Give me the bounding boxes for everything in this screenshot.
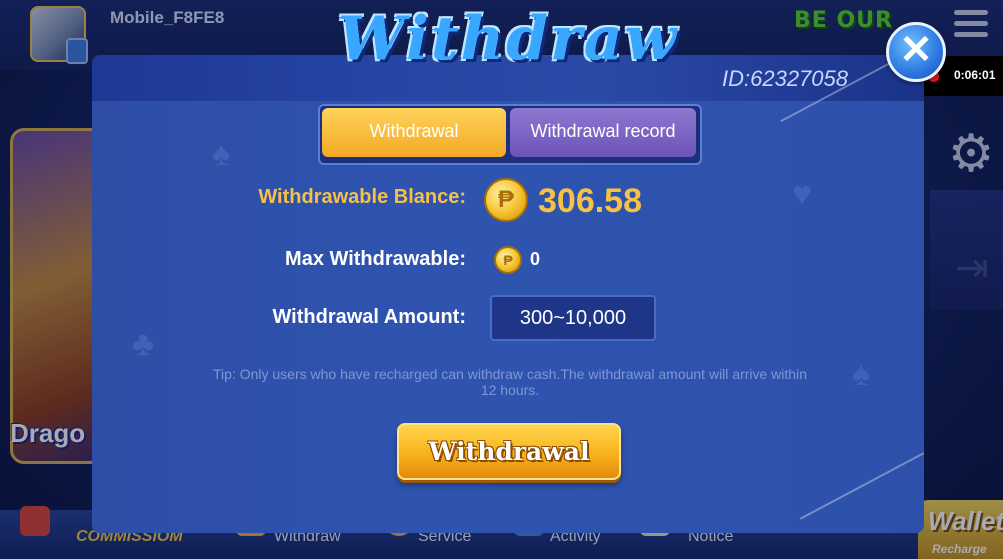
recording-time: 0:06:01 bbox=[954, 68, 996, 82]
tip-text: Tip: Only users who have recharged can w… bbox=[213, 366, 807, 398]
user-id: ID:62327058 bbox=[722, 66, 848, 91]
close-icon: ✕ bbox=[899, 28, 933, 72]
close-button[interactable]: ✕ bbox=[886, 22, 946, 82]
max-withdrawable-value: 0 bbox=[530, 249, 541, 269]
tab-withdrawal[interactable]: Withdrawal bbox=[322, 108, 506, 157]
spade-icon: ♠ bbox=[212, 135, 231, 173]
dialog-title: Withdraw bbox=[337, 4, 679, 74]
coin-icon: ₱ bbox=[494, 246, 522, 274]
tab-withdrawal-record[interactable]: Withdrawal record bbox=[510, 108, 696, 157]
withdrawal-amount-label: Withdrawal Amount: bbox=[272, 306, 466, 328]
club-icon: ♣ bbox=[132, 325, 155, 363]
withdrawable-balance-value: 306.58 bbox=[538, 182, 642, 220]
withdrawal-submit-button[interactable]: Withdrawal bbox=[397, 423, 621, 480]
coin-icon: ₱ bbox=[484, 178, 528, 222]
heart-icon: ♥ bbox=[792, 175, 813, 213]
withdrawable-balance-label: Withdrawable Blance: bbox=[258, 186, 466, 208]
light-streak bbox=[799, 452, 924, 520]
max-withdrawable-label: Max Withdrawable: bbox=[285, 248, 466, 270]
spade-icon: ♠ bbox=[852, 355, 871, 393]
withdrawal-amount-input[interactable] bbox=[490, 295, 656, 341]
